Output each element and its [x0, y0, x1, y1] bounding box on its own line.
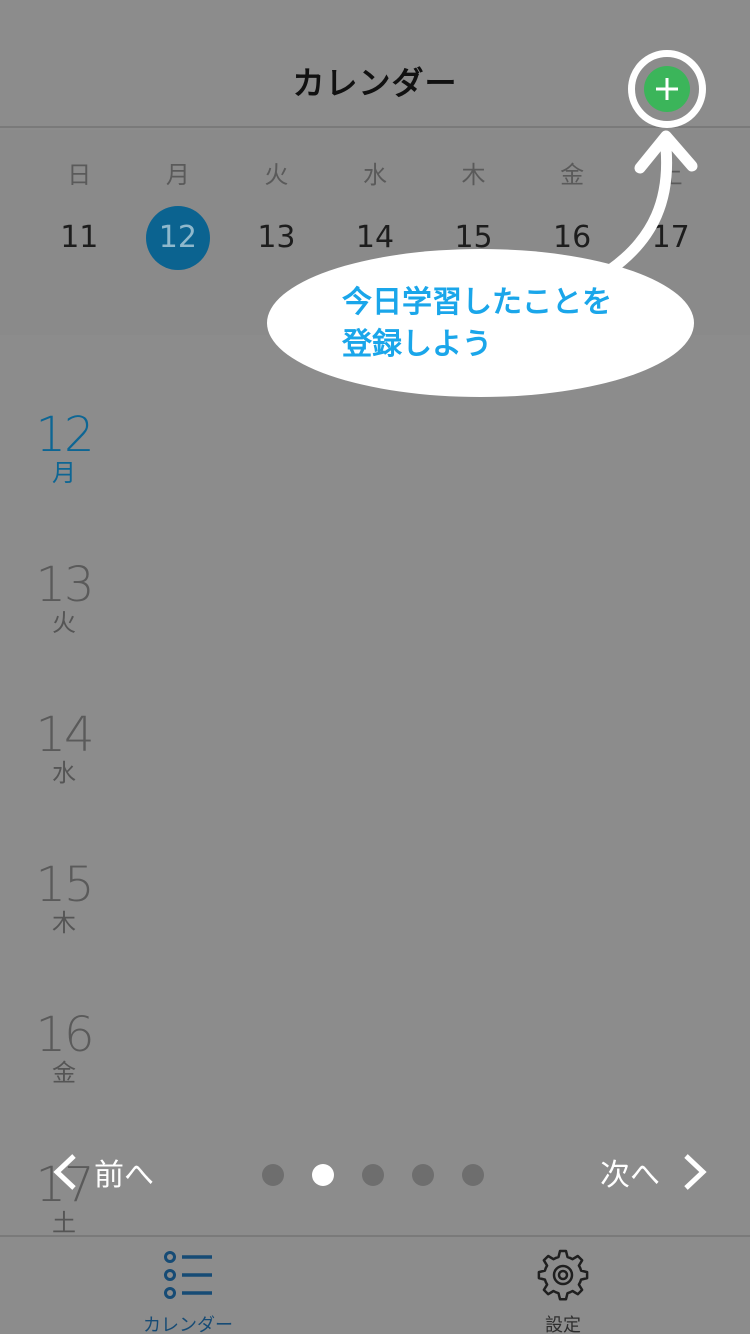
week-date-cell[interactable]: 13 — [227, 210, 326, 270]
chevron-right-icon — [684, 1154, 707, 1190]
weekday-label: 日 — [67, 161, 92, 189]
gear-icon — [537, 1249, 589, 1301]
week-date-label: 12 — [145, 206, 210, 270]
week-date-cell-selected[interactable]: 12 — [129, 206, 228, 270]
add-entry-button[interactable] — [628, 50, 706, 128]
tab-settings[interactable]: 設定 — [493, 1247, 633, 1334]
day-list[interactable]: 12 月 13 火 14 水 15 木 16 金 17 土 — [0, 340, 750, 1235]
day-number: 16 — [35, 1007, 94, 1063]
callout-line: 今日学習したことを — [342, 285, 612, 320]
page-dot[interactable] — [462, 1164, 484, 1186]
page-dot-active[interactable] — [312, 1164, 334, 1186]
tab-label: カレンダー — [143, 1315, 233, 1334]
day-number: 15 — [35, 857, 94, 913]
weekday-label: 火 — [264, 161, 289, 189]
week-date-cell[interactable]: 11 — [30, 210, 129, 270]
list-icon — [164, 1251, 212, 1299]
tab-label: 設定 — [545, 1315, 581, 1334]
prev-label: 前へ — [94, 1158, 154, 1193]
page-dot[interactable] — [412, 1164, 434, 1186]
day-weekday: 木 — [52, 909, 76, 937]
weekday-label: 木 — [461, 161, 486, 189]
day-weekday: 火 — [52, 609, 76, 637]
day-number: 12 — [35, 407, 94, 463]
day-row-today[interactable]: 12 月 — [30, 410, 98, 486]
weekday-label: 水 — [362, 161, 387, 189]
callout-text: 今日学習したことを 登録しよう — [342, 282, 662, 366]
next-button[interactable]: 次へ — [600, 1150, 710, 1194]
day-row[interactable]: 16 金 — [30, 1010, 98, 1086]
day-weekday: 金 — [52, 1059, 76, 1087]
tab-bar: カレンダー 設定 — [0, 1235, 750, 1334]
plus-icon — [644, 66, 690, 112]
arrow-icon — [604, 130, 698, 276]
day-weekday: 水 — [52, 759, 76, 787]
day-row[interactable]: 15 木 — [30, 860, 98, 936]
next-label: 次へ — [600, 1158, 660, 1193]
day-row[interactable]: 14 水 — [30, 710, 98, 786]
week-date-label: 11 — [60, 220, 99, 255]
top-bar: カレンダー — [0, 0, 750, 128]
day-weekday: 土 — [52, 1209, 76, 1235]
day-weekday: 月 — [52, 459, 76, 487]
app-screen: カレンダー 日 月 火 水 木 金 土 11 12 13 14 15 16 17… — [0, 0, 750, 1334]
page-dot[interactable] — [362, 1164, 384, 1186]
prev-button[interactable]: 前へ — [50, 1150, 154, 1194]
page-indicator — [262, 1164, 512, 1186]
day-number: 14 — [35, 707, 94, 763]
callout-line: 登録しよう — [342, 327, 492, 362]
tab-calendar[interactable]: カレンダー — [118, 1247, 258, 1334]
day-row[interactable]: 13 火 — [30, 560, 98, 636]
chevron-left-icon — [53, 1154, 76, 1190]
page-navigator: 前へ 次へ — [0, 1140, 750, 1210]
day-number: 13 — [35, 557, 94, 613]
week-date-label: 13 — [257, 220, 296, 255]
page-dot[interactable] — [262, 1164, 284, 1186]
weekday-label: 月 — [165, 161, 190, 189]
